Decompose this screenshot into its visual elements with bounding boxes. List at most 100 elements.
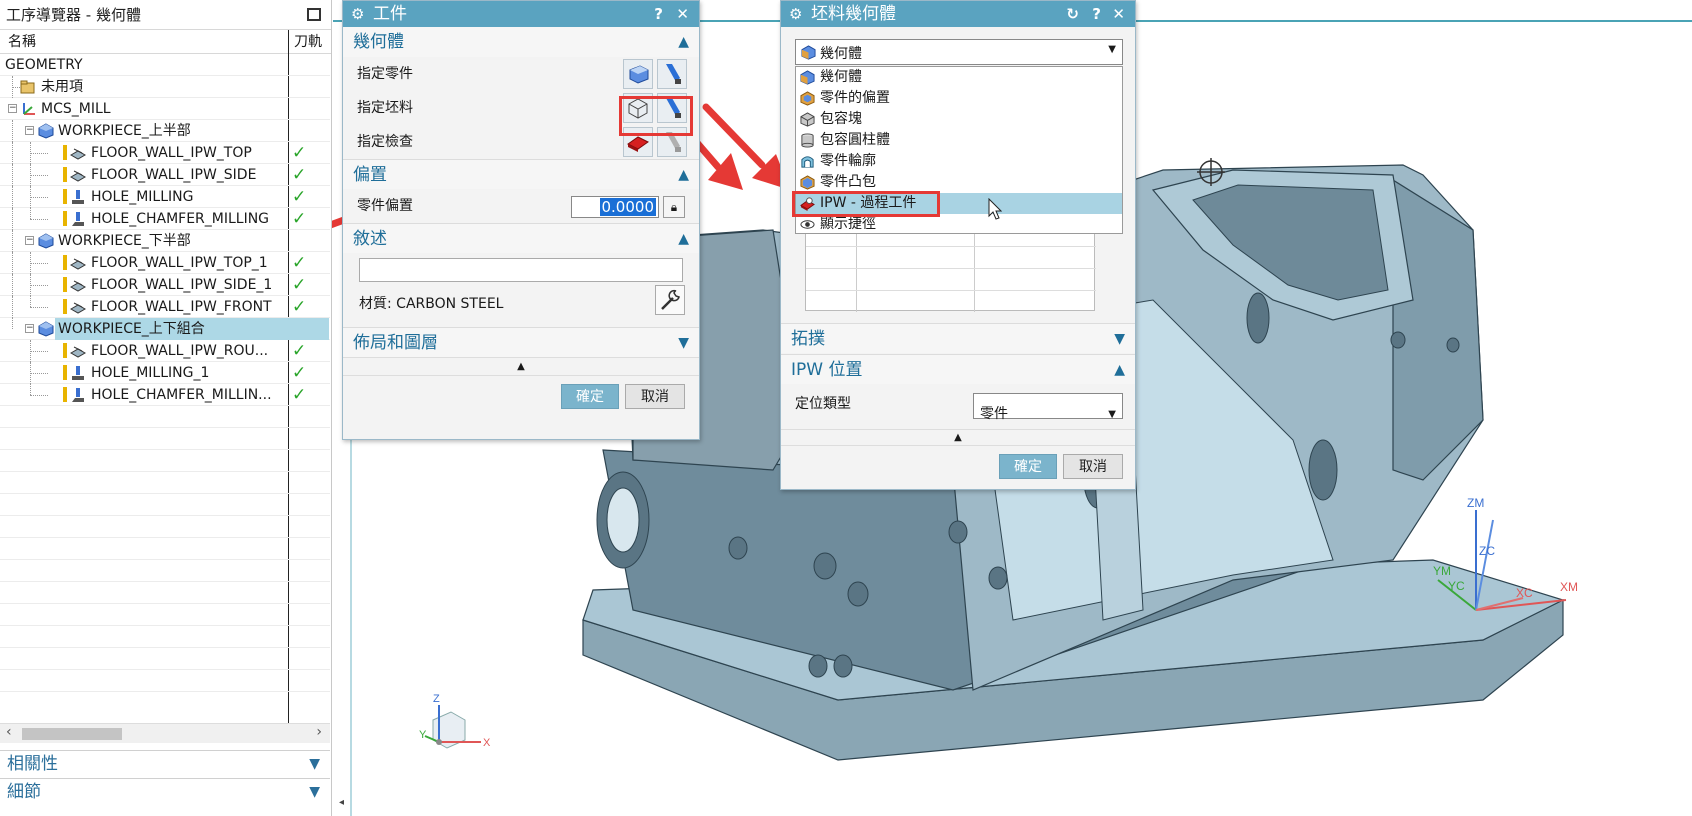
workpiece-icon	[38, 123, 54, 139]
section-description[interactable]: 敘述 ▲	[343, 223, 699, 253]
section-layout-layers[interactable]: 佈局和圖層 ▼	[343, 327, 699, 357]
tree-label: FLOOR_WALL_IPW_SIDE	[91, 167, 257, 183]
cancel-button[interactable]: 取消	[1063, 454, 1123, 479]
tree-label: FLOOR_WALL_IPW_ROU...	[91, 343, 269, 359]
tree-row-operation[interactable]: FLOOR_WALL_IPW_TOP_1 ✓	[0, 252, 330, 274]
coordinate-system-icon	[23, 103, 35, 115]
tree-row-unused[interactable]: 未用項	[0, 76, 330, 98]
help-button[interactable]: ?	[1092, 1, 1101, 27]
help-button[interactable]: ?	[654, 1, 663, 27]
dialog-title-bar[interactable]: ⚙ 工件 ? ✕	[343, 1, 699, 27]
toolpath-status: ✓	[292, 187, 307, 207]
axis-label-zc: ZC	[1479, 544, 1495, 558]
tree-row-operation[interactable]: HOLE_CHAMFER_MILLIN... ✓	[0, 384, 330, 406]
ok-button[interactable]: 確定	[999, 454, 1057, 479]
dropdown-option[interactable]: 包容圓柱體	[796, 130, 1122, 151]
dropdown-option[interactable]: 顯示捷徑	[796, 214, 1122, 235]
collapse-up-icon[interactable]: ▲	[343, 357, 699, 375]
chevron-up-icon: ▲	[1114, 362, 1125, 378]
section-offset[interactable]: 偏置 ▲	[343, 159, 699, 189]
scroll-thumb[interactable]	[22, 728, 122, 740]
show-part-button[interactable]	[657, 59, 687, 89]
toolpath-status: ✓	[292, 385, 307, 405]
collapse-up-icon[interactable]: ▲	[781, 429, 1135, 445]
tree-label: 未用項	[41, 79, 83, 95]
toolpath-status: ✓	[292, 341, 307, 361]
column-name[interactable]: 名稱	[8, 30, 36, 54]
tree-label: WORKPIECE_下半部	[58, 233, 191, 249]
tree-row-geometry[interactable]: GEOMETRY	[0, 54, 330, 76]
tree-row-mcs-mill[interactable]: − MCS_MILL	[0, 98, 330, 120]
part-offset-input[interactable]: 0.0000	[571, 196, 659, 218]
scroll-left-icon[interactable]: ‹	[6, 724, 12, 740]
type-select[interactable]: 幾何體 ▼	[795, 39, 1123, 65]
horizontal-scrollbar[interactable]: ‹ ›	[0, 723, 330, 743]
dropdown-option[interactable]: 幾何體	[796, 67, 1122, 88]
tree-row-operation[interactable]: FLOOR_WALL_IPW_SIDE_1 ✓	[0, 274, 330, 296]
tree-row-operation[interactable]: FLOOR_WALL_IPW_TOP ✓	[0, 142, 330, 164]
collapse-arrow[interactable]: ◂	[339, 797, 344, 808]
chamfer-milling-icon	[72, 212, 84, 226]
section-ipw-position[interactable]: IPW 位置 ▲	[781, 354, 1135, 384]
axis-label-xc: XC	[1516, 586, 1533, 600]
wrench-icon	[661, 289, 680, 310]
positioning-type-select[interactable]: 零件 ▼	[973, 393, 1123, 422]
section-geometry[interactable]: 幾何體 ▲	[343, 27, 699, 57]
field-label: 指定坯料	[357, 100, 413, 116]
dropdown-option[interactable]: 零件輪廓	[796, 151, 1122, 172]
dialog-title: 工件	[373, 4, 407, 24]
tree-row-operation[interactable]: HOLE_CHAMFER_MILLING ✓	[0, 208, 330, 230]
gear-icon: ⚙	[789, 5, 803, 23]
column-toolpath[interactable]: 刀軌	[294, 30, 322, 54]
dropdown-option[interactable]: 包容塊	[796, 109, 1122, 130]
tree-row-workpiece-lower[interactable]: − WORKPIECE_下半部	[0, 230, 330, 252]
workpiece-icon	[38, 321, 54, 337]
description-input[interactable]	[359, 258, 683, 282]
section-label: 拓撲	[791, 329, 825, 349]
tree-row-operation[interactable]: FLOOR_WALL_IPW_FRONT ✓	[0, 296, 330, 318]
floor-wall-icon	[70, 302, 86, 314]
dropdown-option[interactable]: 零件的偏置	[796, 88, 1122, 109]
section-details[interactable]: 細節 ▼	[0, 778, 330, 805]
maximize-icon[interactable]	[307, 8, 321, 21]
section-dependencies[interactable]: 相關性 ▼	[0, 750, 330, 777]
option-label: 顯示捷徑	[820, 216, 876, 232]
toolpath-status: ✓	[292, 297, 307, 317]
lock-icon[interactable]: 🔒︎	[663, 196, 685, 218]
tree-row-operation[interactable]: FLOOR_WALL_IPW_SIDE ✓	[0, 164, 330, 186]
tree-row-operation[interactable]: HOLE_MILLING ✓	[0, 186, 330, 208]
toolpath-status: ✓	[292, 363, 307, 383]
dialog-title: 坯料幾何體	[811, 4, 896, 24]
chamfer-milling-icon	[72, 388, 84, 402]
section-label: 佈局和圖層	[353, 333, 438, 353]
option-label: 零件輪廓	[820, 153, 876, 169]
close-button[interactable]: ✕	[676, 1, 689, 27]
tree-label: HOLE_MILLING_1	[91, 365, 210, 381]
tree-row-workpiece-combined[interactable]: − WORKPIECE_上下組合	[0, 318, 330, 340]
navigator-title: 工序導覽器 - 幾何體	[0, 0, 331, 30]
chevron-up-icon: ▲	[678, 231, 689, 247]
section-label: 相關性	[7, 754, 58, 774]
bounding-block-icon	[800, 112, 815, 127]
dialog-title-bar[interactable]: ⚙ 坯料幾何體 ↻ ? ✕	[781, 1, 1135, 27]
tree-row-operation[interactable]: HOLE_MILLING_1 ✓	[0, 362, 330, 384]
ok-button[interactable]: 確定	[561, 384, 619, 409]
select-part-button[interactable]	[623, 59, 653, 89]
chevron-down-icon: ▼	[1108, 409, 1116, 420]
positioning-type-value: 零件	[980, 406, 1008, 422]
tree-row-workpiece-upper[interactable]: − WORKPIECE_上半部	[0, 120, 330, 142]
field-label: 指定零件	[357, 66, 413, 82]
geometry-body-icon	[800, 70, 815, 85]
cancel-button[interactable]: 取消	[625, 384, 685, 409]
reset-button[interactable]: ↻	[1066, 1, 1079, 27]
axis-label-yc: YC	[1448, 579, 1465, 593]
close-button[interactable]: ✕	[1112, 1, 1125, 27]
hole-milling-icon	[72, 190, 84, 204]
section-topology[interactable]: 拓撲 ▼	[781, 323, 1135, 353]
chevron-down-icon: ▼	[678, 335, 689, 351]
tree-row-operation[interactable]: FLOOR_WALL_IPW_ROU... ✓	[0, 340, 330, 362]
toolpath-status: ✓	[292, 209, 307, 229]
scroll-right-icon[interactable]: ›	[316, 724, 322, 740]
material-wrench-button[interactable]	[655, 285, 685, 315]
dropdown-option[interactable]: 零件凸包	[796, 172, 1122, 193]
